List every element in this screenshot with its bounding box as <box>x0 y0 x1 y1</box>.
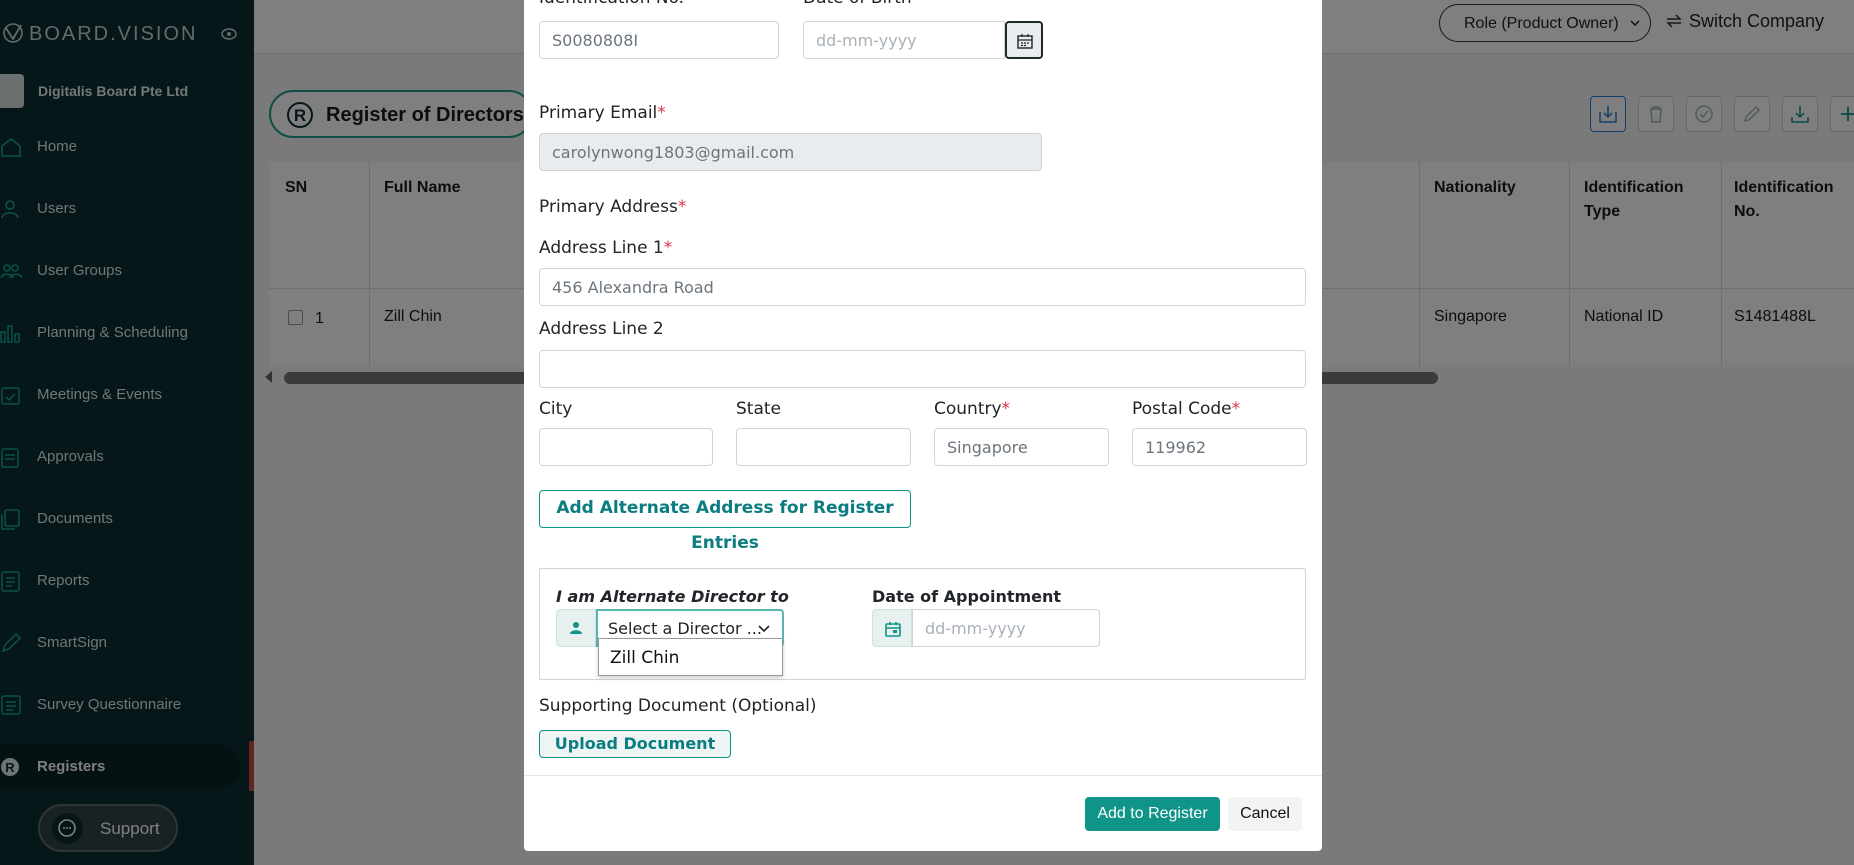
primary-address-heading: Primary Address* <box>539 197 687 217</box>
alternate-director-label: I am Alternate Director to <box>556 587 789 606</box>
dob-label: Date of Birth <box>803 0 912 8</box>
city-input[interactable] <box>539 428 713 466</box>
email-input[interactable]: carolynwong1803@gmail.com <box>539 133 1042 171</box>
dob-input[interactable]: dd-mm-yyyy <box>803 21 1005 59</box>
chevron-down-icon <box>758 625 770 633</box>
appointment-date-label: Date of Appointment <box>872 587 1062 606</box>
postal-code-input[interactable]: 119962 <box>1132 428 1307 466</box>
address-line2-label: Address Line 2 <box>539 319 664 339</box>
director-select-value: Select a Director ... <box>608 619 762 638</box>
postal-code-label: Postal Code* <box>1132 399 1241 419</box>
state-input[interactable] <box>736 428 911 466</box>
city-label: City <box>539 399 573 419</box>
email-label: Primary Email* <box>539 103 666 123</box>
cancel-button[interactable]: Cancel <box>1228 797 1302 831</box>
add-alternate-address-button[interactable]: Add Alternate Address for Register Entri… <box>539 490 911 553</box>
calendar-icon <box>885 622 901 637</box>
state-label: State <box>736 399 781 419</box>
add-director-modal: Identification No.* Date of Birth S00808… <box>524 0 1322 851</box>
country-label: Country* <box>934 399 1011 419</box>
person-addon <box>556 609 596 647</box>
country-input[interactable]: Singapore <box>934 428 1109 466</box>
identification-label: Identification No.* <box>539 0 693 8</box>
upload-document-button[interactable]: Upload Document <box>539 730 731 758</box>
calendar-addon[interactable] <box>872 609 912 647</box>
address-line2-input[interactable] <box>539 350 1306 388</box>
person-icon <box>570 622 582 634</box>
add-to-register-button[interactable]: Add to Register <box>1085 797 1220 831</box>
modal-footer-divider <box>524 775 1322 776</box>
identification-input[interactable]: S0080808I <box>539 21 779 59</box>
appointment-date-input[interactable]: dd-mm-yyyy <box>912 609 1100 647</box>
director-dropdown: Zill Chin <box>598 638 783 676</box>
director-option[interactable]: Zill Chin <box>610 648 679 668</box>
address-line1-label: Address Line 1* <box>539 238 673 258</box>
supporting-doc-label: Supporting Document (Optional) <box>539 696 817 716</box>
address-line1-input[interactable]: 456 Alexandra Road <box>539 268 1306 306</box>
calendar-icon <box>1017 34 1033 49</box>
dob-calendar-button[interactable] <box>1005 21 1043 59</box>
